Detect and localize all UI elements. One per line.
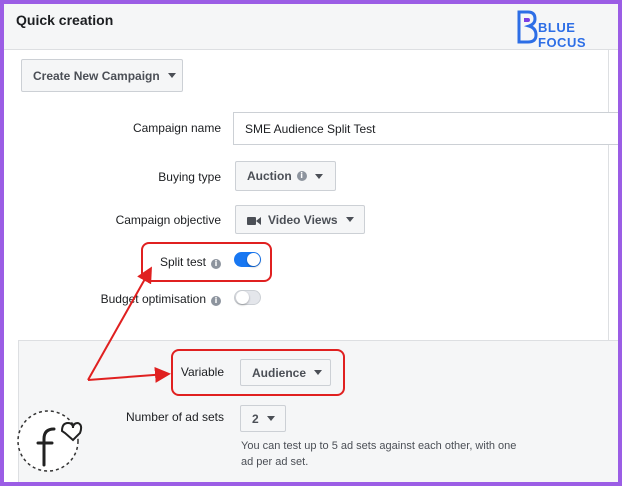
annotation-arrows (87, 266, 171, 383)
facebook-heart-badge (16, 407, 84, 475)
quick-creation-panel: Quick creation BLUE FOCUS Create New Cam… (4, 4, 618, 482)
